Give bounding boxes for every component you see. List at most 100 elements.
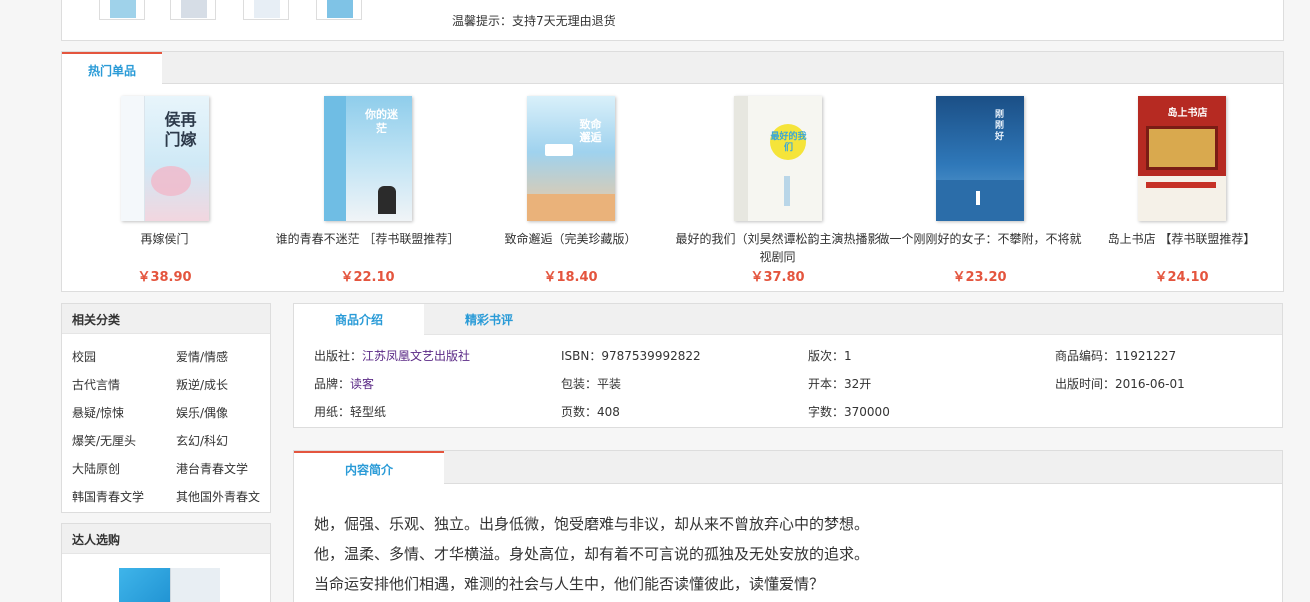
gallery-thumb[interactable] [170,0,216,20]
cover-title: 最好的我们 [770,132,807,153]
spec-format: 开本：32开 [808,375,871,392]
spec-paper: 用纸：轻型纸 [314,403,386,420]
category-link[interactable]: 叛逆/成长 [176,376,228,393]
publisher-link[interactable]: 江苏凤凰文艺出版社 [362,349,470,363]
tab-product-intro[interactable]: 商品介绍 [294,304,424,335]
tab-description[interactable]: 内容简介 [294,451,444,484]
description-line: 当命运安排他们相遇，难测的社会与人生中，他们能否读懂彼此，读懂爱情？ [314,575,825,593]
book-cover[interactable]: 致命邂逅 [526,96,615,221]
book-cover[interactable]: 刚刚好 [935,96,1024,221]
expert-picks-title: 达人选购 [62,524,270,554]
thumb-image [327,0,353,18]
category-link[interactable]: 玄幻/科幻 [176,432,228,449]
category-link[interactable]: 其他国外青春文 [176,488,260,505]
gallery-thumb[interactable] [316,0,362,20]
spec-brand: 品牌：读客 [314,375,374,392]
spec-label: 出版社： [314,349,363,363]
product-price: ￥18.40 [543,270,598,285]
spec-label: 商品编码： [1055,349,1116,363]
spec-value: 32开 [844,377,872,391]
cover-title: 侯再门嫁 [164,110,197,149]
spec-label: 品牌： [314,377,351,391]
spec-publish-date: 出版时间：2016-06-01 [1055,375,1185,392]
product-card[interactable]: 最好的我们 最好的我们（刘昊然谭松韵主演热播影视剧同 ￥37.80 [675,94,880,285]
category-link[interactable]: 悬疑/惊悚 [72,404,124,421]
gallery-thumb[interactable] [243,0,289,20]
tab-reviews[interactable]: 精彩书评 [424,304,554,335]
description-text: 她，倔强、乐观、独立。出身低微，饱受磨难与非议，却从来不曾放弃心中的梦想。 他，… [314,509,869,599]
spec-sku: 商品编码：11921227 [1055,347,1176,364]
spec-value: 370000 [844,405,890,419]
return-policy-tip: 温馨提示：支持7天无理由退货 [452,14,616,28]
product-info-panel: 商品介绍 精彩书评 出版社：江苏凤凰文艺出版社 ISBN：97875399928… [293,303,1283,428]
spec-label: 出版时间： [1055,377,1116,391]
product-name[interactable]: 再嫁侯门 [62,230,267,248]
product-card[interactable]: 你的迷茫 谁的青春不迷茫 ［荐书联盟推荐］ ￥22.10 [265,94,470,285]
category-link[interactable]: 大陆原创 [72,460,120,477]
hot-items-panel: 热门单品 侯再门嫁 再嫁侯门 ￥38.90 你的迷茫 谁的青春不迷茫 ［荐书联盟… [61,51,1284,292]
spec-value: 轻型纸 [350,405,387,419]
spec-value: 1 [844,349,852,363]
categories-title: 相关分类 [62,304,270,334]
cover-title: 你的迷茫 [365,108,398,135]
product-name[interactable]: 做一个刚刚好的女子：不攀附，不将就 [877,230,1082,248]
description-line: 她，倔强、乐观、独立。出身低微，饱受磨难与非议，却从来不曾放弃心中的梦想。 [314,515,870,533]
product-price: ￥22.10 [340,270,395,285]
thumb-image [254,0,280,18]
product-price: ￥38.90 [137,270,192,285]
category-link[interactable]: 古代言情 [72,376,120,393]
book-cover[interactable]: 你的迷茫 [323,96,412,221]
thumb-image [110,0,136,18]
cover-title: 岛上书店 [1167,108,1208,119]
spec-label: 包装： [561,377,598,391]
book-cover[interactable]: 岛上书店 [1137,96,1226,221]
product-card[interactable]: 致命邂逅 致命邂逅（完美珍藏版） ￥18.40 [468,94,673,285]
spec-pages: 页数：408 [561,403,620,420]
hot-items-tabbar: 热门单品 [62,52,1283,84]
spec-value: 平装 [597,377,622,391]
product-card[interactable]: 刚刚好 做一个刚刚好的女子：不攀附，不将就 ￥23.20 [877,94,1082,285]
book-cover[interactable]: 最好的我们 [733,96,822,221]
product-price: ￥24.10 [1154,270,1209,285]
product-name[interactable]: 致命邂逅（完美珍藏版） [468,230,673,248]
hot-product-list: 侯再门嫁 再嫁侯门 ￥38.90 你的迷茫 谁的青春不迷茫 ［荐书联盟推荐］ ￥… [62,94,1285,289]
spec-value: 11921227 [1115,349,1177,363]
expert-pick-cover[interactable] [119,568,177,602]
cover-title: 刚刚好 [994,110,1004,142]
product-name[interactable]: 岛上书店 【荐书联盟推荐】 [1079,230,1284,248]
product-page: 温馨提示：支持7天无理由退货 热门单品 侯再门嫁 再嫁侯门 ￥38.90 你的迷… [0,0,1310,602]
category-link[interactable]: 港台青春文学 [176,460,248,477]
spec-label: ISBN： [561,349,602,363]
spec-label: 用纸： [314,405,351,419]
brand-link[interactable]: 读客 [350,377,374,391]
category-link[interactable]: 校园 [72,348,96,365]
spec-value: 9787539992822 [601,349,701,363]
product-name[interactable]: 谁的青春不迷茫 ［荐书联盟推荐］ [265,230,470,248]
product-card[interactable]: 侯再门嫁 再嫁侯门 ￥38.90 [62,94,267,285]
product-price: ￥37.80 [750,270,805,285]
product-gallery: 温馨提示：支持7天无理由退货 [61,0,1284,41]
gallery-thumb[interactable] [99,0,145,20]
category-link[interactable]: 韩国青春文学 [72,488,144,505]
spec-value: 2016-06-01 [1115,377,1185,391]
thumb-image [181,0,207,18]
spec-value: 408 [597,405,620,419]
category-link[interactable]: 娱乐/偶像 [176,404,228,421]
product-name[interactable]: 最好的我们（刘昊然谭松韵主演热播影视剧同 [675,230,880,266]
spec-label: 字数： [808,405,845,419]
expert-pick-cover[interactable] [170,568,220,602]
related-categories-panel: 相关分类 校园 爱情/情感 古代言情 叛逆/成长 悬疑/惊悚 娱乐/偶像 爆笑/… [61,303,271,513]
book-cover[interactable]: 侯再门嫁 [120,96,209,221]
product-card[interactable]: 岛上书店 岛上书店 【荐书联盟推荐】 ￥24.10 [1079,94,1284,285]
spec-publisher: 出版社：江苏凤凰文艺出版社 [314,347,470,364]
category-link[interactable]: 爆笑/无厘头 [72,432,136,449]
spec-label: 版次： [808,349,845,363]
category-link[interactable]: 爱情/情感 [176,348,228,365]
description-tabbar: 内容简介 [294,451,1282,484]
spec-label: 页数： [561,405,598,419]
description-panel: 内容简介 她，倔强、乐观、独立。出身低微，饱受磨难与非议，却从来不曾放弃心中的梦… [293,450,1283,602]
expert-picks-panel: 达人选购 [61,523,271,602]
spec-binding: 包装：平装 [561,375,621,392]
tab-hot-items[interactable]: 热门单品 [62,52,162,84]
spec-word-count: 字数：370000 [808,403,890,420]
